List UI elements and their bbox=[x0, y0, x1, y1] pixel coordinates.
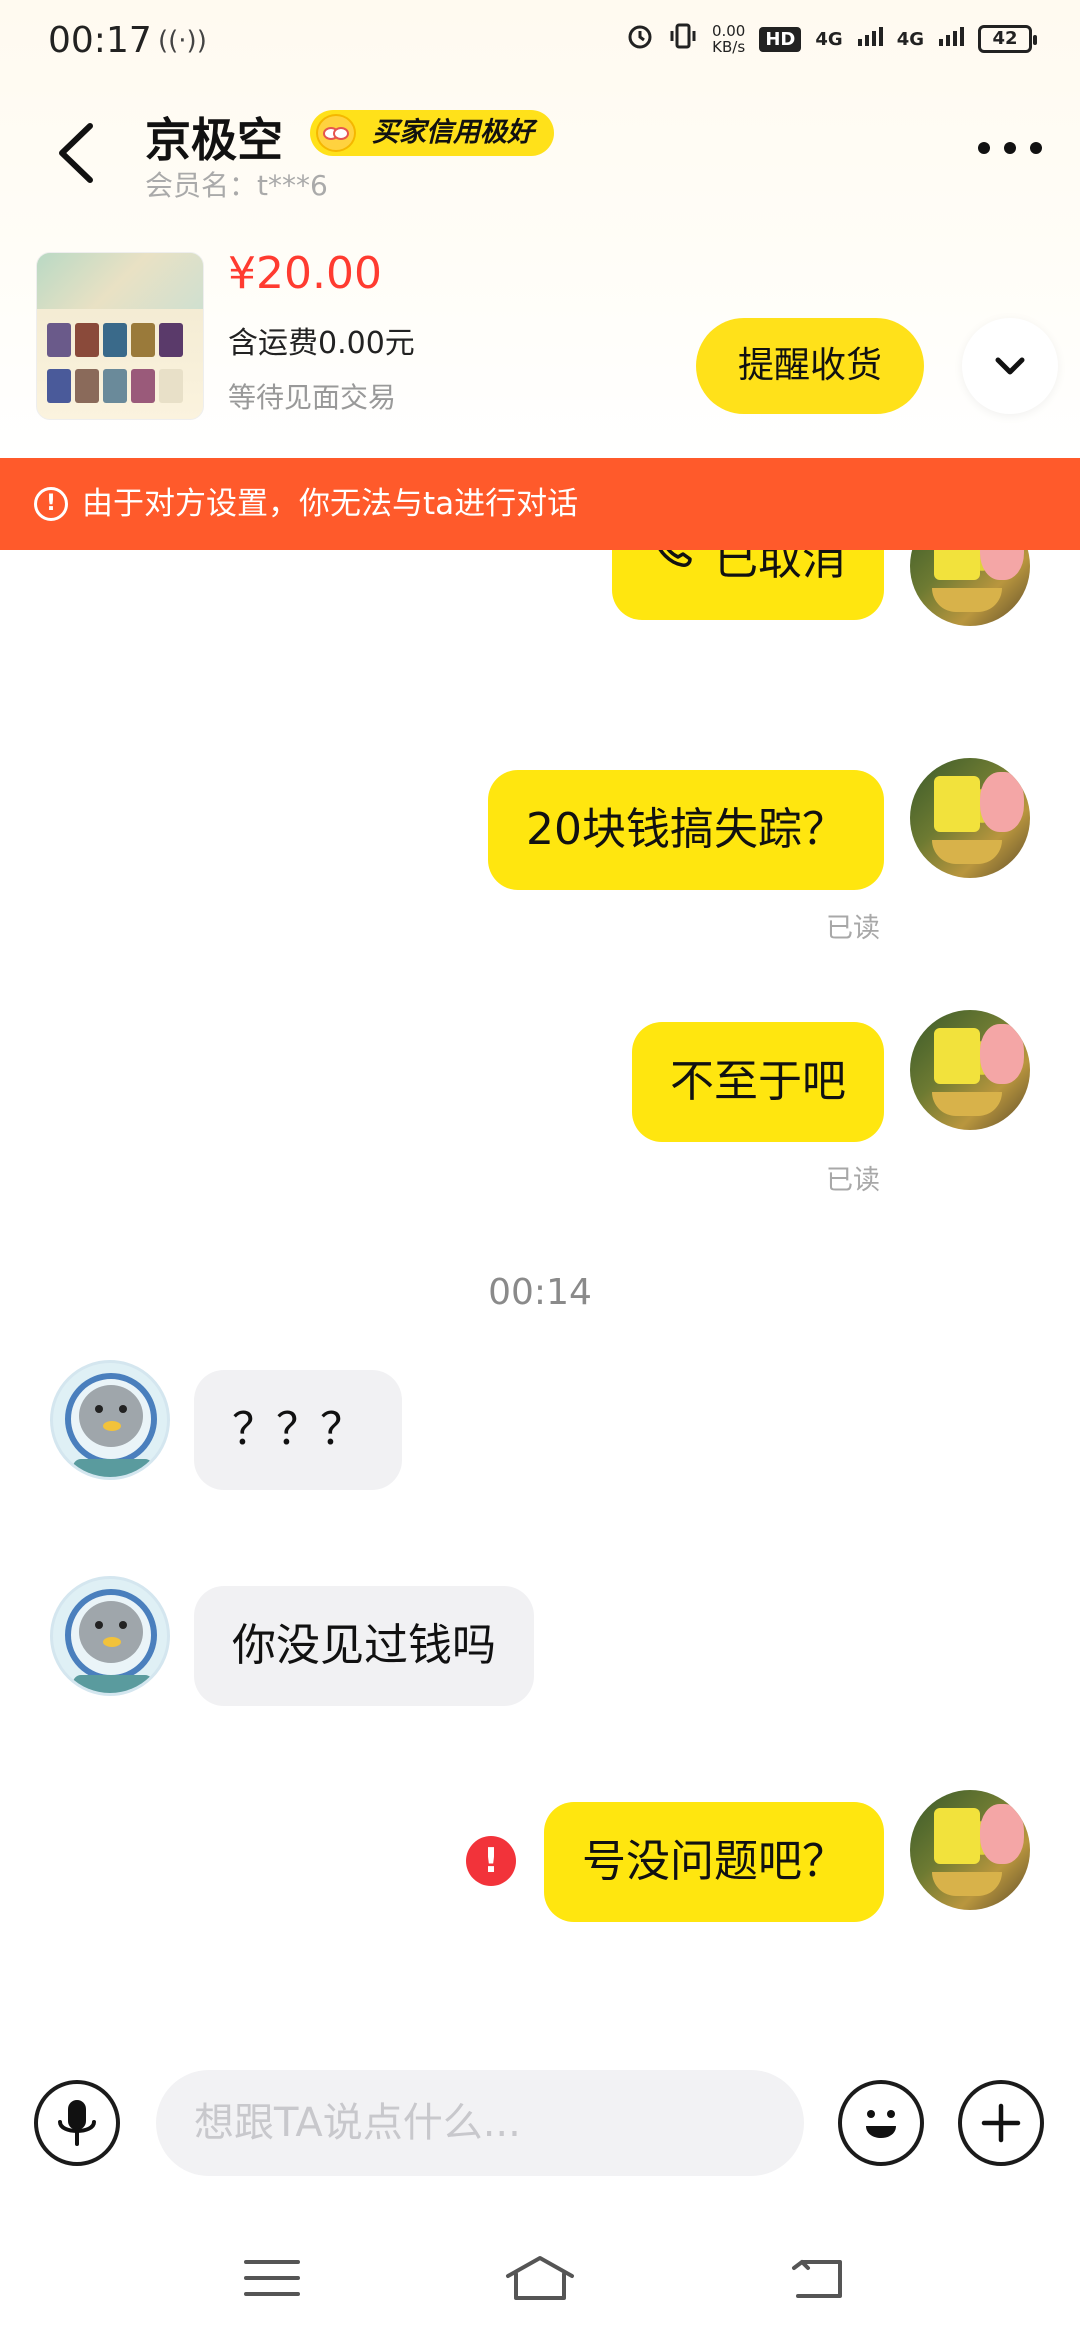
restriction-banner: ! 由于对方设置，你无法与ta进行对话 bbox=[0, 458, 1080, 550]
emoji-button[interactable] bbox=[838, 2080, 924, 2166]
warning-circle-icon: ! bbox=[34, 487, 68, 521]
status-icons: 0.00 KB/s HD 4G 4G 42 bbox=[626, 22, 1037, 56]
credit-badge-label: 买家信用极好 bbox=[372, 117, 534, 148]
send-failed-icon[interactable]: ! bbox=[466, 1836, 516, 1886]
member-name: 会员名：t***6 bbox=[145, 169, 328, 202]
status-time: 00:17 bbox=[48, 20, 152, 61]
nav-back-button[interactable] bbox=[780, 2248, 860, 2308]
hd-badge: HD bbox=[759, 26, 802, 52]
contact-avatar[interactable] bbox=[50, 1360, 170, 1480]
chat-area[interactable]: 已取消 20块钱搞失踪？ 已读 不至于吧 已读 00:14 ？？？ 你没见过钱吗… bbox=[0, 550, 1080, 2050]
read-status: 已读 bbox=[826, 913, 880, 944]
my-avatar[interactable] bbox=[910, 1790, 1030, 1910]
message-bubble[interactable]: 不至于吧 bbox=[632, 1022, 884, 1142]
my-avatar[interactable] bbox=[910, 550, 1030, 626]
plus-icon bbox=[981, 2103, 1021, 2143]
restriction-text: 由于对方设置，你无法与ta进行对话 bbox=[82, 486, 579, 522]
my-avatar[interactable] bbox=[910, 758, 1030, 878]
nav-home-button[interactable] bbox=[500, 2248, 580, 2308]
thumb-banner bbox=[37, 253, 203, 309]
message-bubble[interactable]: 你没见过钱吗 bbox=[194, 1586, 534, 1706]
expand-button[interactable] bbox=[962, 318, 1058, 414]
status-bar: 00:17 ((·)) 0.00 KB/s HD 4G 4G 42 bbox=[0, 0, 1080, 84]
network-4g-1: 4G bbox=[815, 28, 843, 50]
order-status: 等待见面交易 bbox=[228, 381, 397, 414]
speed-unit: KB/s bbox=[712, 38, 746, 56]
system-nav-bar bbox=[0, 2220, 1080, 2340]
message-bubble[interactable]: 20块钱搞失踪？ bbox=[488, 770, 884, 890]
signal-icon-1 bbox=[857, 25, 883, 53]
nav-back-icon bbox=[792, 2260, 842, 2298]
hotspot-icon: ((·)) bbox=[158, 26, 207, 56]
message-bubble[interactable]: 号没问题吧？ bbox=[544, 1802, 884, 1922]
menu-icon bbox=[244, 2260, 300, 2296]
chevron-down-icon bbox=[995, 357, 1025, 375]
voice-button[interactable] bbox=[34, 2080, 120, 2166]
home-icon bbox=[506, 2256, 574, 2300]
back-button[interactable] bbox=[52, 118, 102, 188]
network-4g-2: 4G bbox=[896, 28, 924, 50]
thumb-cards-row-1 bbox=[47, 323, 183, 357]
emoji-face-icon bbox=[316, 114, 356, 152]
thumb-cards-row-2 bbox=[47, 369, 183, 403]
read-status: 已读 bbox=[826, 1165, 880, 1196]
phone-call-icon bbox=[650, 550, 696, 618]
credit-badge: 买家信用极好 bbox=[310, 110, 554, 156]
product-price: ¥20.00 bbox=[228, 248, 382, 299]
contact-avatar[interactable] bbox=[50, 1576, 170, 1696]
emoji-icon bbox=[866, 2110, 896, 2138]
nav-menu-button[interactable] bbox=[232, 2248, 312, 2308]
message-input[interactable] bbox=[156, 2070, 804, 2176]
product-thumbnail[interactable] bbox=[36, 252, 204, 420]
my-avatar[interactable] bbox=[910, 1010, 1030, 1130]
message-bubble[interactable]: ？？？ bbox=[194, 1370, 402, 1490]
signal-icon-2 bbox=[938, 25, 964, 53]
more-button[interactable] bbox=[970, 128, 1050, 168]
remind-receive-button[interactable]: 提醒收货 bbox=[696, 318, 924, 414]
plus-button[interactable] bbox=[958, 2080, 1044, 2166]
message-call-cancelled[interactable]: 已取消 bbox=[612, 550, 884, 620]
message-text: 已取消 bbox=[714, 550, 846, 585]
input-bar bbox=[0, 2060, 1080, 2190]
network-speed: 0.00 KB/s bbox=[712, 23, 745, 55]
back-arrow-icon bbox=[59, 123, 93, 183]
alarm-icon bbox=[626, 22, 654, 56]
more-dots-icon bbox=[978, 142, 1042, 154]
shipping-fee: 含运费0.00元 bbox=[228, 326, 415, 361]
battery-indicator: 42 bbox=[978, 25, 1037, 53]
chat-timestamp: 00:14 bbox=[488, 1272, 592, 1313]
microphone-icon bbox=[58, 2100, 96, 2146]
contact-name: 京极空 bbox=[145, 113, 283, 167]
vibrate-icon bbox=[668, 22, 698, 56]
